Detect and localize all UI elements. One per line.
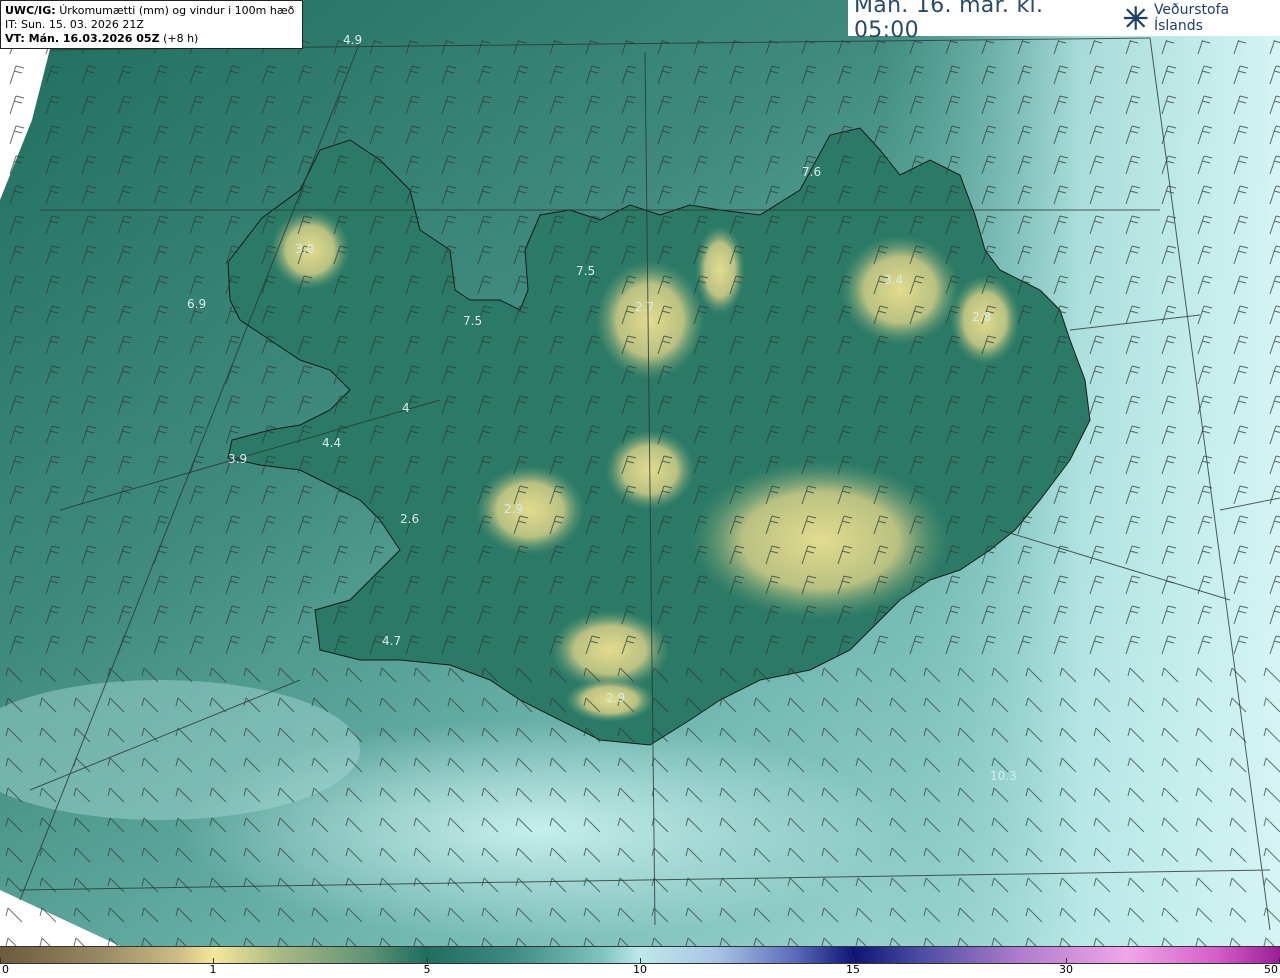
value-label: 7.6 xyxy=(802,165,821,179)
header-box: Mán. 16. mar. kl. 05:00 Veðurstofa Íslan… xyxy=(848,0,1280,43)
value-label: 2.7 xyxy=(635,300,654,314)
product-description: Úrkomumætti (mm) og vindur i 100m hæð xyxy=(59,4,295,17)
brand-name: Veðurstofa Íslands xyxy=(1153,2,1230,34)
precipitation-colorbar: 0 1 5 10 15 30 50 xyxy=(0,946,1280,978)
colorbar-tick-label: 30 xyxy=(1059,963,1073,976)
value-label: 2.9 xyxy=(606,691,625,705)
lead-time: (+8 h) xyxy=(163,32,199,45)
colorbar-tick-label: 1 xyxy=(209,963,217,976)
vedurstofa-logo-icon xyxy=(1124,6,1148,30)
value-label: 3.8 xyxy=(295,242,314,256)
value-label: 4.7 xyxy=(382,634,401,648)
colorbar-tick-label: 10 xyxy=(633,963,647,976)
colorbar-tick-label: 5 xyxy=(423,963,431,976)
value-label: 4.9 xyxy=(343,33,362,47)
value-label: 4 xyxy=(402,401,410,415)
colorbar-tick-label: 0 xyxy=(2,963,9,976)
valid-time-line: VT: Mán. 16.03.2026 05Z (+8 h) xyxy=(5,32,298,46)
value-label: 2.9 xyxy=(504,502,523,516)
value-label: 6.9 xyxy=(187,297,206,311)
valid-date-title: Mán. 16. mar. kl. 05:00 xyxy=(854,0,1044,43)
wind-barbs-north xyxy=(0,40,1280,660)
colorbar-tick-label: 15 xyxy=(846,963,860,976)
value-label: 3.4 xyxy=(884,273,903,287)
product-line: UWC/IG: Úrkomumætti (mm) og vindur i 100… xyxy=(5,4,298,18)
tick-mark xyxy=(0,958,1,963)
wind-barbs-south xyxy=(0,660,1280,946)
brand[interactable]: Veðurstofa Íslands xyxy=(1122,2,1280,34)
value-label: 7.5 xyxy=(463,314,482,328)
value-label: 10.3 xyxy=(990,769,1017,783)
colorbar-tick-label: 50 xyxy=(1264,963,1278,976)
value-label: 7.5 xyxy=(576,264,595,278)
precipitation-wind-map[interactable]: 4.9 7.6 3.8 6.9 7.5 7.5 2.7 3.4 2.8 4 4.… xyxy=(0,0,1280,946)
value-label: 2.6 xyxy=(400,512,419,526)
value-label: 2.8 xyxy=(972,310,991,324)
value-label: 4.4 xyxy=(322,436,341,450)
model-tag: UWC/IG: xyxy=(5,4,56,17)
value-label: 3.9 xyxy=(228,452,247,466)
forecast-info-box: UWC/IG: Úrkomumætti (mm) og vindur i 100… xyxy=(0,0,303,49)
valid-time: VT: Mán. 16.03.2026 05Z xyxy=(5,32,160,45)
init-time: IT: Sun. 15. 03. 2026 21Z xyxy=(5,18,144,31)
